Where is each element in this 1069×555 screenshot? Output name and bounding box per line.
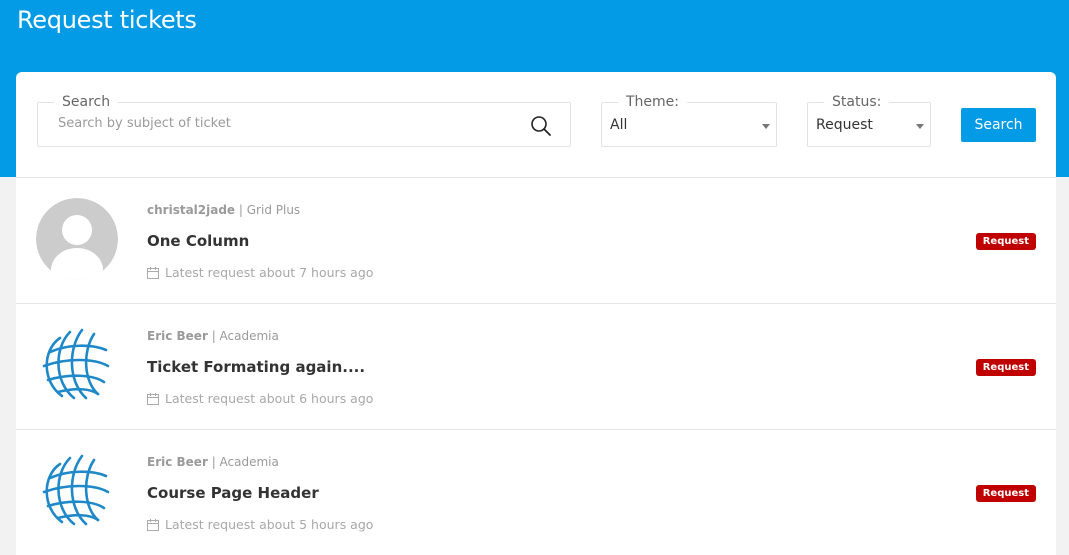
ticket-theme: Academia [219,455,279,469]
theme-select[interactable]: Theme: All [601,94,777,147]
ticket-row[interactable]: Eric Beer | Academia Ticket Formating ag… [16,303,1056,429]
globe-logo-icon [36,450,118,532]
status-badge: Request [975,485,1036,502]
avatar [36,198,118,280]
ticket-latest: Latest request about 5 hours ago [147,517,373,532]
ticket-meta: Eric Beer | Academia [147,329,279,343]
ticket-latest: Latest request about 6 hours ago [147,391,373,406]
ticket-list: christal2jade | Grid Plus One Column Lat… [16,177,1056,555]
status-legend: Status: [824,94,890,110]
ticket-author: Eric Beer [147,329,208,343]
chevron-down-icon [916,124,924,129]
avatar [36,324,118,406]
ticket-subject[interactable]: Course Page Header [147,484,319,502]
status-select-value: Request [816,117,873,133]
meta-separator: | [207,329,220,343]
globe-logo-icon [36,324,118,406]
default-user-avatar-icon [36,198,118,280]
search-icon[interactable] [530,115,552,137]
ticket-latest: Latest request about 7 hours ago [147,265,373,280]
status-badge: Request [975,233,1036,250]
status-select[interactable]: Status: Request [807,94,931,147]
search-input[interactable] [58,116,518,131]
chevron-down-icon [762,124,770,129]
search-button[interactable]: Search [961,108,1036,142]
search-field: Search [37,94,571,147]
page-title: Request tickets [17,6,197,34]
ticket-subject[interactable]: One Column [147,232,249,250]
status-badge: Request [975,359,1036,376]
ticket-author: christal2jade [147,203,236,217]
meta-separator: | [235,203,247,217]
search-legend: Search [54,94,119,110]
ticket-meta: christal2jade | Grid Plus [147,203,300,217]
filter-bar: Search Theme: All Status: Request Search [16,72,1056,178]
ticket-author: Eric Beer [147,455,208,469]
ticket-latest-text: Latest request about 5 hours ago [165,517,374,532]
calendar-icon [147,392,159,405]
ticket-latest-text: Latest request about 7 hours ago [165,265,374,280]
ticket-meta: Eric Beer | Academia [147,455,279,469]
ticket-row[interactable]: Eric Beer | Academia Course Page Header … [16,429,1056,555]
theme-legend: Theme: [618,94,688,110]
ticket-subject[interactable]: Ticket Formating again.... [147,358,365,376]
meta-separator: | [207,455,220,469]
ticket-row[interactable]: christal2jade | Grid Plus One Column Lat… [16,177,1056,303]
ticket-theme: Grid Plus [246,203,301,217]
avatar [36,450,118,532]
theme-select-value: All [610,117,628,133]
ticket-theme: Academia [219,329,279,343]
ticket-latest-text: Latest request about 6 hours ago [165,391,374,406]
calendar-icon [147,518,159,531]
calendar-icon [147,266,159,279]
